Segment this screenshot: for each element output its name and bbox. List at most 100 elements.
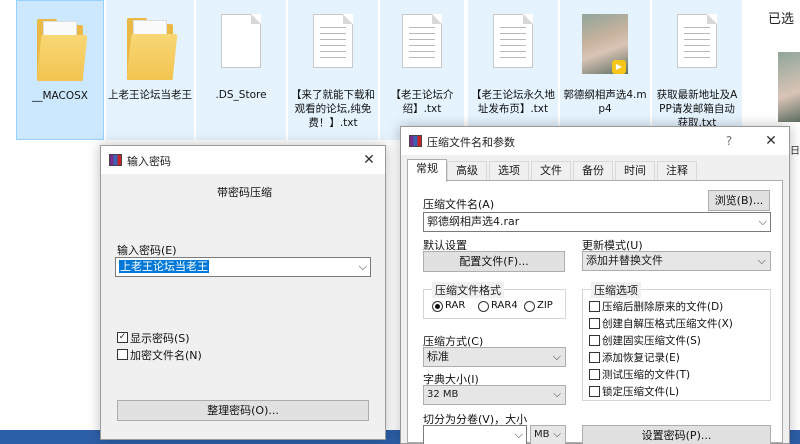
- text-file-icon: [493, 14, 533, 68]
- tab-advanced[interactable]: 高级: [447, 161, 487, 181]
- file-icon: [221, 14, 261, 68]
- password-label: 输入密码(E): [117, 244, 177, 257]
- password-dialog: 输入密码 ✕ 带密码压缩 输入密码(E) 上老王论坛当老王 ⌵ ✓ 显示密码(S…: [100, 145, 386, 440]
- set-password-button[interactable]: 设置密码(P)...: [582, 425, 771, 444]
- preview-text-fragment: 日: [790, 146, 800, 157]
- create-sfx-label[interactable]: 创建自解压格式压缩文件(X): [602, 316, 733, 331]
- dictionary-select[interactable]: 32 MB ⌵: [423, 385, 566, 405]
- split-unit-select[interactable]: MB ⌵: [530, 425, 566, 444]
- dialog-title: 压缩文件名和参数: [427, 136, 515, 149]
- show-password-checkbox[interactable]: ✓: [117, 332, 128, 343]
- encrypt-filenames-label[interactable]: 加密文件名(N): [130, 347, 202, 363]
- test-files-checkbox[interactable]: [589, 369, 600, 380]
- dialog-heading: 带密码压缩: [217, 186, 272, 199]
- test-files-label[interactable]: 测试压缩的文件(T): [602, 367, 690, 382]
- format-rar-radio[interactable]: [432, 301, 443, 312]
- archive-name-input[interactable]: 郭德纲相声选4.rar ⌵: [423, 212, 771, 232]
- recovery-record-label[interactable]: 添加恢复记录(E): [602, 350, 680, 365]
- archive-format-caption: 压缩文件格式: [432, 282, 504, 298]
- file-item-ds-store[interactable]: .DS_Store: [196, 0, 286, 140]
- create-sfx-checkbox[interactable]: [589, 318, 600, 329]
- chevron-down-icon[interactable]: ⌵: [359, 258, 367, 276]
- dictionary-value: 32 MB: [427, 389, 459, 400]
- file-item-txt[interactable]: 【老王论坛介绍】.txt: [380, 0, 464, 140]
- tab-backup[interactable]: 备份: [573, 161, 613, 181]
- file-name: 郭德纲相声选4.mp4: [563, 89, 647, 115]
- archive-dialog: 压缩文件名和参数 ? ✕ 常规 高级 选项 文件 备份 时间 注释 压缩文件名(…: [400, 126, 790, 444]
- file-name: 【老王论坛介绍】.txt: [390, 89, 454, 115]
- show-password-label[interactable]: 显示密码(S): [130, 330, 190, 346]
- recovery-record-checkbox[interactable]: [589, 352, 600, 363]
- archive-name-value: 郭德纲相声选4.rar: [427, 215, 520, 228]
- format-rar4-label[interactable]: RAR4: [491, 300, 518, 311]
- text-file-icon: [402, 14, 442, 68]
- chevron-down-icon: ⌵: [553, 389, 561, 400]
- text-file-icon: [677, 14, 717, 68]
- create-solid-label[interactable]: 创建固实压缩文件(S): [602, 333, 701, 348]
- file-item-macosx[interactable]: __MACOSX: [16, 0, 104, 140]
- format-zip-radio[interactable]: [524, 301, 535, 312]
- lock-archive-label[interactable]: 锁定压缩文件(L): [602, 384, 679, 399]
- selection-info-label: 已选: [768, 12, 795, 27]
- tab-time[interactable]: 时间: [615, 161, 655, 181]
- format-zip-label[interactable]: ZIP: [537, 300, 553, 311]
- preview-thumbnail: [778, 52, 800, 122]
- tab-comment[interactable]: 注释: [657, 161, 697, 181]
- file-name: .DS_Store: [215, 89, 267, 101]
- organize-passwords-button[interactable]: 整理密码(O)...: [117, 400, 369, 421]
- update-mode-value: 添加并替换文件: [586, 254, 663, 267]
- format-rar4-radio[interactable]: [478, 301, 489, 312]
- dialog-titlebar: 输入密码 ✕: [101, 146, 385, 174]
- winrar-icon: [409, 135, 422, 147]
- play-icon: ▶: [612, 60, 626, 74]
- file-item-txt[interactable]: 【老王论坛永久地址发布页】.txt: [468, 0, 558, 140]
- split-unit-value: MB: [534, 429, 550, 440]
- dialog-title: 输入密码: [127, 155, 171, 168]
- password-input-value: 上老王论坛当老王: [119, 260, 209, 273]
- file-item-txt[interactable]: 获取最新地址及APP请发邮箱自动获取.txt: [652, 0, 742, 140]
- file-name: 【老王论坛永久地址发布页】.txt: [471, 89, 555, 115]
- file-name: __MACOSX: [31, 90, 88, 102]
- tab-files[interactable]: 文件: [531, 161, 571, 181]
- folder-icon: [36, 13, 88, 83]
- file-item-mp4[interactable]: ▶ 郭德纲相声选4.mp4: [560, 0, 650, 140]
- winrar-icon: [109, 154, 122, 166]
- method-select[interactable]: 标准 ⌵: [423, 347, 566, 367]
- file-item-txt[interactable]: 【来了就能下载和观看的论坛,纯免费！】.txt: [288, 0, 378, 140]
- chevron-down-icon[interactable]: ⌵: [759, 213, 767, 231]
- delete-after-label[interactable]: 压缩后删除原来的文件(D): [602, 299, 723, 314]
- close-button[interactable]: ✕: [761, 131, 781, 151]
- delete-after-checkbox[interactable]: [589, 301, 600, 312]
- create-solid-checkbox[interactable]: [589, 335, 600, 346]
- password-input[interactable]: 上老王论坛当老王 ⌵: [115, 257, 371, 277]
- format-rar-label[interactable]: RAR: [445, 300, 465, 311]
- video-thumbnail-icon: ▶: [582, 14, 628, 74]
- text-file-icon: [313, 14, 353, 68]
- chevron-down-icon[interactable]: ⌵: [515, 426, 523, 444]
- chevron-down-icon: ⌵: [757, 254, 766, 267]
- archive-name-label: 压缩文件名(A): [423, 198, 495, 211]
- help-button[interactable]: ?: [719, 131, 739, 151]
- file-name: 上老王论坛当老王: [108, 89, 192, 101]
- update-mode-select[interactable]: 添加并替换文件 ⌵: [582, 251, 771, 271]
- archiving-options-caption: 压缩选项: [591, 282, 641, 298]
- general-tab-panel: 压缩文件名(A) 浏览(B)... 郭德纲相声选4.rar ⌵ 默认设置 配置文…: [407, 180, 783, 444]
- close-button[interactable]: ✕: [359, 150, 379, 170]
- file-item-folder[interactable]: 上老王论坛当老王: [106, 0, 194, 140]
- file-name: 获取最新地址及APP请发邮箱自动获取.txt: [656, 89, 738, 129]
- chevron-down-icon: ⌵: [553, 429, 561, 440]
- chevron-down-icon: ⌵: [552, 350, 561, 363]
- split-volume-input[interactable]: ⌵: [423, 425, 527, 444]
- encrypt-filenames-checkbox[interactable]: [117, 349, 128, 360]
- file-name: 【来了就能下载和观看的论坛,纯免费！】.txt: [291, 89, 375, 129]
- archive-format-group: 压缩文件格式 RAR RAR4 ZIP: [423, 282, 566, 319]
- tab-options[interactable]: 选项: [489, 161, 529, 181]
- dialog-titlebar: 压缩文件名和参数 ? ✕: [401, 127, 789, 155]
- folder-icon: [126, 12, 178, 82]
- method-value: 标准: [427, 350, 449, 363]
- browse-button[interactable]: 浏览(B)...: [708, 190, 770, 211]
- archiving-options-group: 压缩选项 压缩后删除原来的文件(D) 创建自解压格式压缩文件(X) 创建固实压缩…: [582, 282, 771, 401]
- lock-archive-checkbox[interactable]: [589, 386, 600, 397]
- profiles-button[interactable]: 配置文件(F)...: [423, 251, 565, 272]
- tab-general[interactable]: 常规: [407, 159, 447, 182]
